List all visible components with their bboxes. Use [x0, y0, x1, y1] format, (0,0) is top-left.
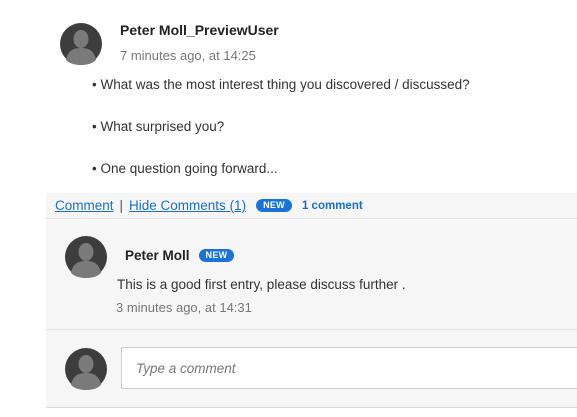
user-avatar-icon [60, 23, 102, 65]
comment-author-name[interactable]: Peter Moll [125, 248, 190, 263]
comment-input[interactable] [121, 347, 577, 389]
post-bullet: • What surprised you? [92, 119, 225, 134]
divider [46, 329, 577, 330]
post-author-name[interactable]: Peter Moll_PreviewUser [120, 22, 279, 38]
comment-link[interactable]: Comment [55, 198, 114, 213]
comment-count[interactable]: 1 comment [302, 200, 363, 212]
new-badge: NEW [198, 249, 235, 262]
user-avatar-icon [65, 236, 107, 278]
new-badge: NEW [256, 199, 292, 212]
comment-author: Peter Moll NEW [125, 248, 235, 263]
comment-timestamp: 3 minutes ago, at 14:31 [116, 300, 252, 315]
post-timestamp: 7 minutes ago, at 14:25 [120, 48, 256, 63]
user-avatar-icon [65, 348, 107, 390]
post-bullet: • What was the most interest thing you d… [92, 77, 470, 92]
comments-panel: Peter Moll NEW This is a good first entr… [46, 220, 577, 408]
comment-text: This is a good first entry, please discu… [117, 277, 406, 292]
post-body: • What was the most interest thing you d… [92, 74, 562, 179]
hide-comments-link[interactable]: Hide Comments (1) [129, 198, 246, 213]
comment-action-bar: Comment | Hide Comments (1) NEW 1 commen… [46, 193, 577, 219]
post-bullet: • One question going forward... [92, 161, 278, 176]
separator: | [119, 198, 124, 213]
